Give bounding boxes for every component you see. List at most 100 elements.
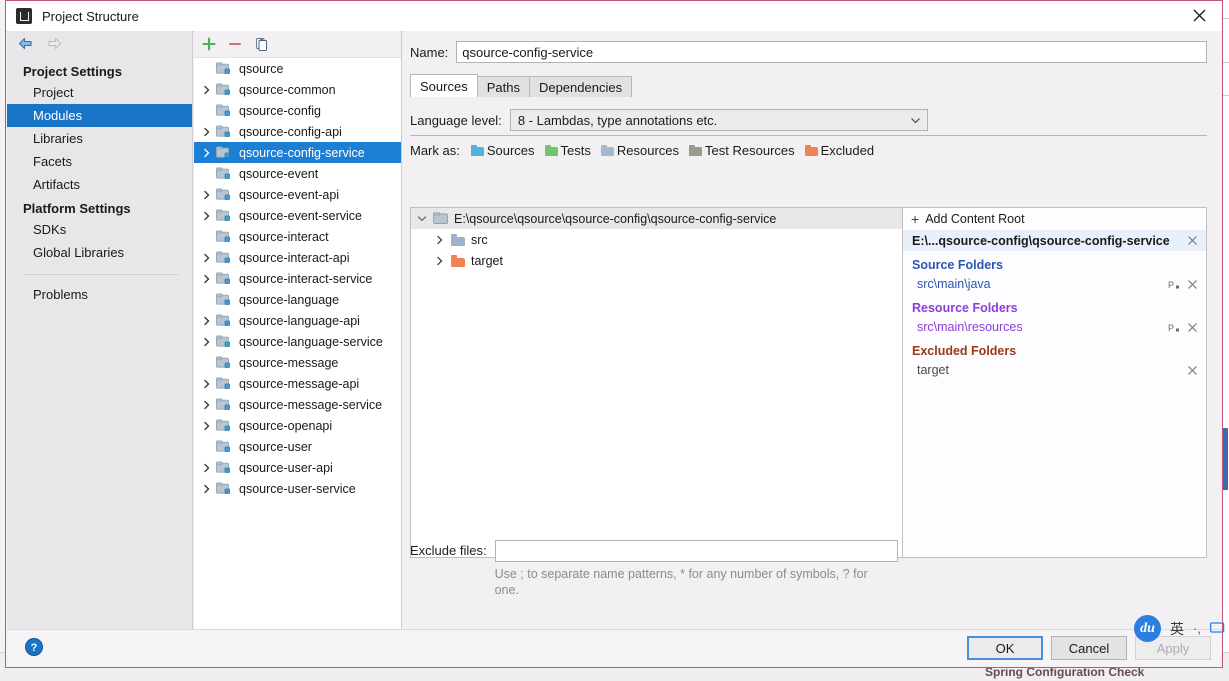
excluded-folder-path: target [917,363,949,377]
expander-placeholder [198,163,216,184]
module-list-item[interactable]: qsource-language [194,289,401,310]
folder-excluded-icon [804,145,818,156]
tab-sources[interactable]: Sources [410,74,478,97]
mark-as-sources-button[interactable]: Sources [470,143,535,158]
module-list-item[interactable]: qsource-interact-api [194,247,401,268]
baidu-ime-logo-icon[interactable]: du [1134,615,1162,642]
module-list-item[interactable]: qsource-language-service [194,331,401,352]
mark-as-excluded-label: Excluded [820,143,875,158]
mark-as-excluded-button[interactable]: Excluded [804,143,875,158]
minus-icon[interactable] [224,33,246,55]
resource-folder-row[interactable]: src\main\resources P [903,317,1206,337]
module-label: qsource-language-service [239,334,383,349]
ime-language-indicator[interactable]: 英 [1170,619,1184,639]
tree-row-target[interactable]: target [411,250,902,271]
chevron-right-icon[interactable] [198,331,216,352]
chevron-right-icon[interactable] [198,184,216,205]
module-list[interactable]: qsource qsource-common qsource-config qsour… [194,58,401,632]
module-list-item[interactable]: qsource-event [194,163,401,184]
mark-as-test-resources-button[interactable]: Test Resources [689,143,795,158]
sidebar-item-sdks[interactable]: SDKs [7,218,192,241]
content-root-header[interactable]: E:\...qsource-config\qsource-config-serv… [903,230,1206,251]
chevron-down-icon[interactable] [411,214,433,224]
chevron-right-icon[interactable] [198,247,216,268]
sidebar-item-artifacts[interactable]: Artifacts [7,173,192,196]
tree-row-content-root[interactable]: E:\qsource\qsource\qsource-config\qsourc… [411,208,902,229]
tree-row-src[interactable]: src [411,229,902,250]
module-list-item[interactable]: qsource-message-api [194,373,401,394]
close-icon[interactable] [1187,279,1198,290]
module-list-item[interactable]: qsource-config-service [194,142,401,163]
sidebar-item-modules[interactable]: Modules [7,104,192,127]
mark-as-tests-button[interactable]: Tests [544,143,591,158]
sidebar-item-project[interactable]: Project [7,81,192,104]
close-icon[interactable] [1176,1,1222,30]
chevron-right-icon[interactable] [429,256,451,266]
module-list-item[interactable]: qsource-event-api [194,184,401,205]
source-folder-row[interactable]: src\main\java P [903,274,1206,294]
close-icon[interactable] [1187,235,1198,246]
module-name-input[interactable] [456,41,1207,63]
module-list-item[interactable]: qsource-message [194,352,401,373]
module-list-item[interactable]: qsource-interact [194,226,401,247]
module-icon [216,83,234,96]
module-label: qsource-common [239,82,336,97]
module-list-item[interactable]: qsource-config [194,100,401,121]
plus-icon[interactable] [198,33,220,55]
chevron-right-icon[interactable] [198,394,216,415]
mark-as-resources-button[interactable]: Resources [600,143,679,158]
sidebar-item-global-libraries[interactable]: Global Libraries [7,241,192,264]
copy-icon[interactable] [250,33,272,55]
module-list-item[interactable]: qsource-openapi [194,415,401,436]
tab-paths[interactable]: Paths [476,76,530,97]
arrow-back-icon[interactable] [17,36,34,54]
module-label: qsource-event-service [239,208,362,223]
cancel-button[interactable]: Cancel [1051,636,1127,660]
chevron-right-icon[interactable] [198,142,216,163]
content-root-path: E:\qsource\qsource\qsource-config\qsourc… [454,211,777,226]
chevron-right-icon[interactable] [198,79,216,100]
package-prefix-icon[interactable]: P [1168,279,1181,290]
close-icon[interactable] [1187,322,1198,333]
navigation-arrows [7,31,192,59]
module-list-item[interactable]: qsource-message-service [194,394,401,415]
add-content-root-button[interactable]: + Add Content Root [903,208,1206,230]
sidebar-item-problems[interactable]: Problems [7,283,192,306]
sidebar-item-facets[interactable]: Facets [7,150,192,173]
sidebar-item-libraries[interactable]: Libraries [7,127,192,150]
chevron-right-icon[interactable] [429,235,451,245]
module-list-item[interactable]: qsource-common [194,79,401,100]
module-list-item[interactable]: qsource [194,58,401,79]
module-icon [216,188,234,201]
tab-dependencies[interactable]: Dependencies [528,76,633,97]
punctuation-icon[interactable]: ·, [1193,621,1201,636]
chevron-right-icon[interactable] [198,205,216,226]
module-list-item[interactable]: qsource-user [194,436,401,457]
keyboard-icon[interactable] [1209,621,1225,637]
expander-placeholder [198,226,216,247]
content-root-tree[interactable]: E:\qsource\qsource\qsource-config\qsourc… [411,208,903,557]
module-icon [216,440,234,453]
language-level-select[interactable]: 8 - Lambdas, type annotations etc. [509,109,928,131]
chevron-right-icon[interactable] [198,478,216,499]
excluded-folder-row[interactable]: target [903,360,1206,380]
module-list-item[interactable]: qsource-interact-service [194,268,401,289]
module-list-item[interactable]: qsource-language-api [194,310,401,331]
module-list-item[interactable]: qsource-event-service [194,205,401,226]
module-list-item[interactable]: qsource-user-api [194,457,401,478]
chevron-right-icon[interactable] [198,457,216,478]
chevron-right-icon[interactable] [198,373,216,394]
chevron-right-icon[interactable] [198,415,216,436]
close-icon[interactable] [1187,365,1198,376]
chevron-right-icon[interactable] [198,268,216,289]
package-prefix-icon[interactable]: P [1168,322,1181,333]
help-icon[interactable]: ? [24,637,44,657]
module-label: qsource-message-api [239,376,360,391]
chevron-right-icon[interactable] [198,121,216,142]
chevron-right-icon[interactable] [198,310,216,331]
module-list-item[interactable]: qsource-config-api [194,121,401,142]
module-list-item[interactable]: qsource-user-service [194,478,401,499]
module-label: qsource-event-api [239,187,340,202]
exclude-files-input[interactable] [494,540,898,562]
ok-button[interactable]: OK [967,636,1043,660]
